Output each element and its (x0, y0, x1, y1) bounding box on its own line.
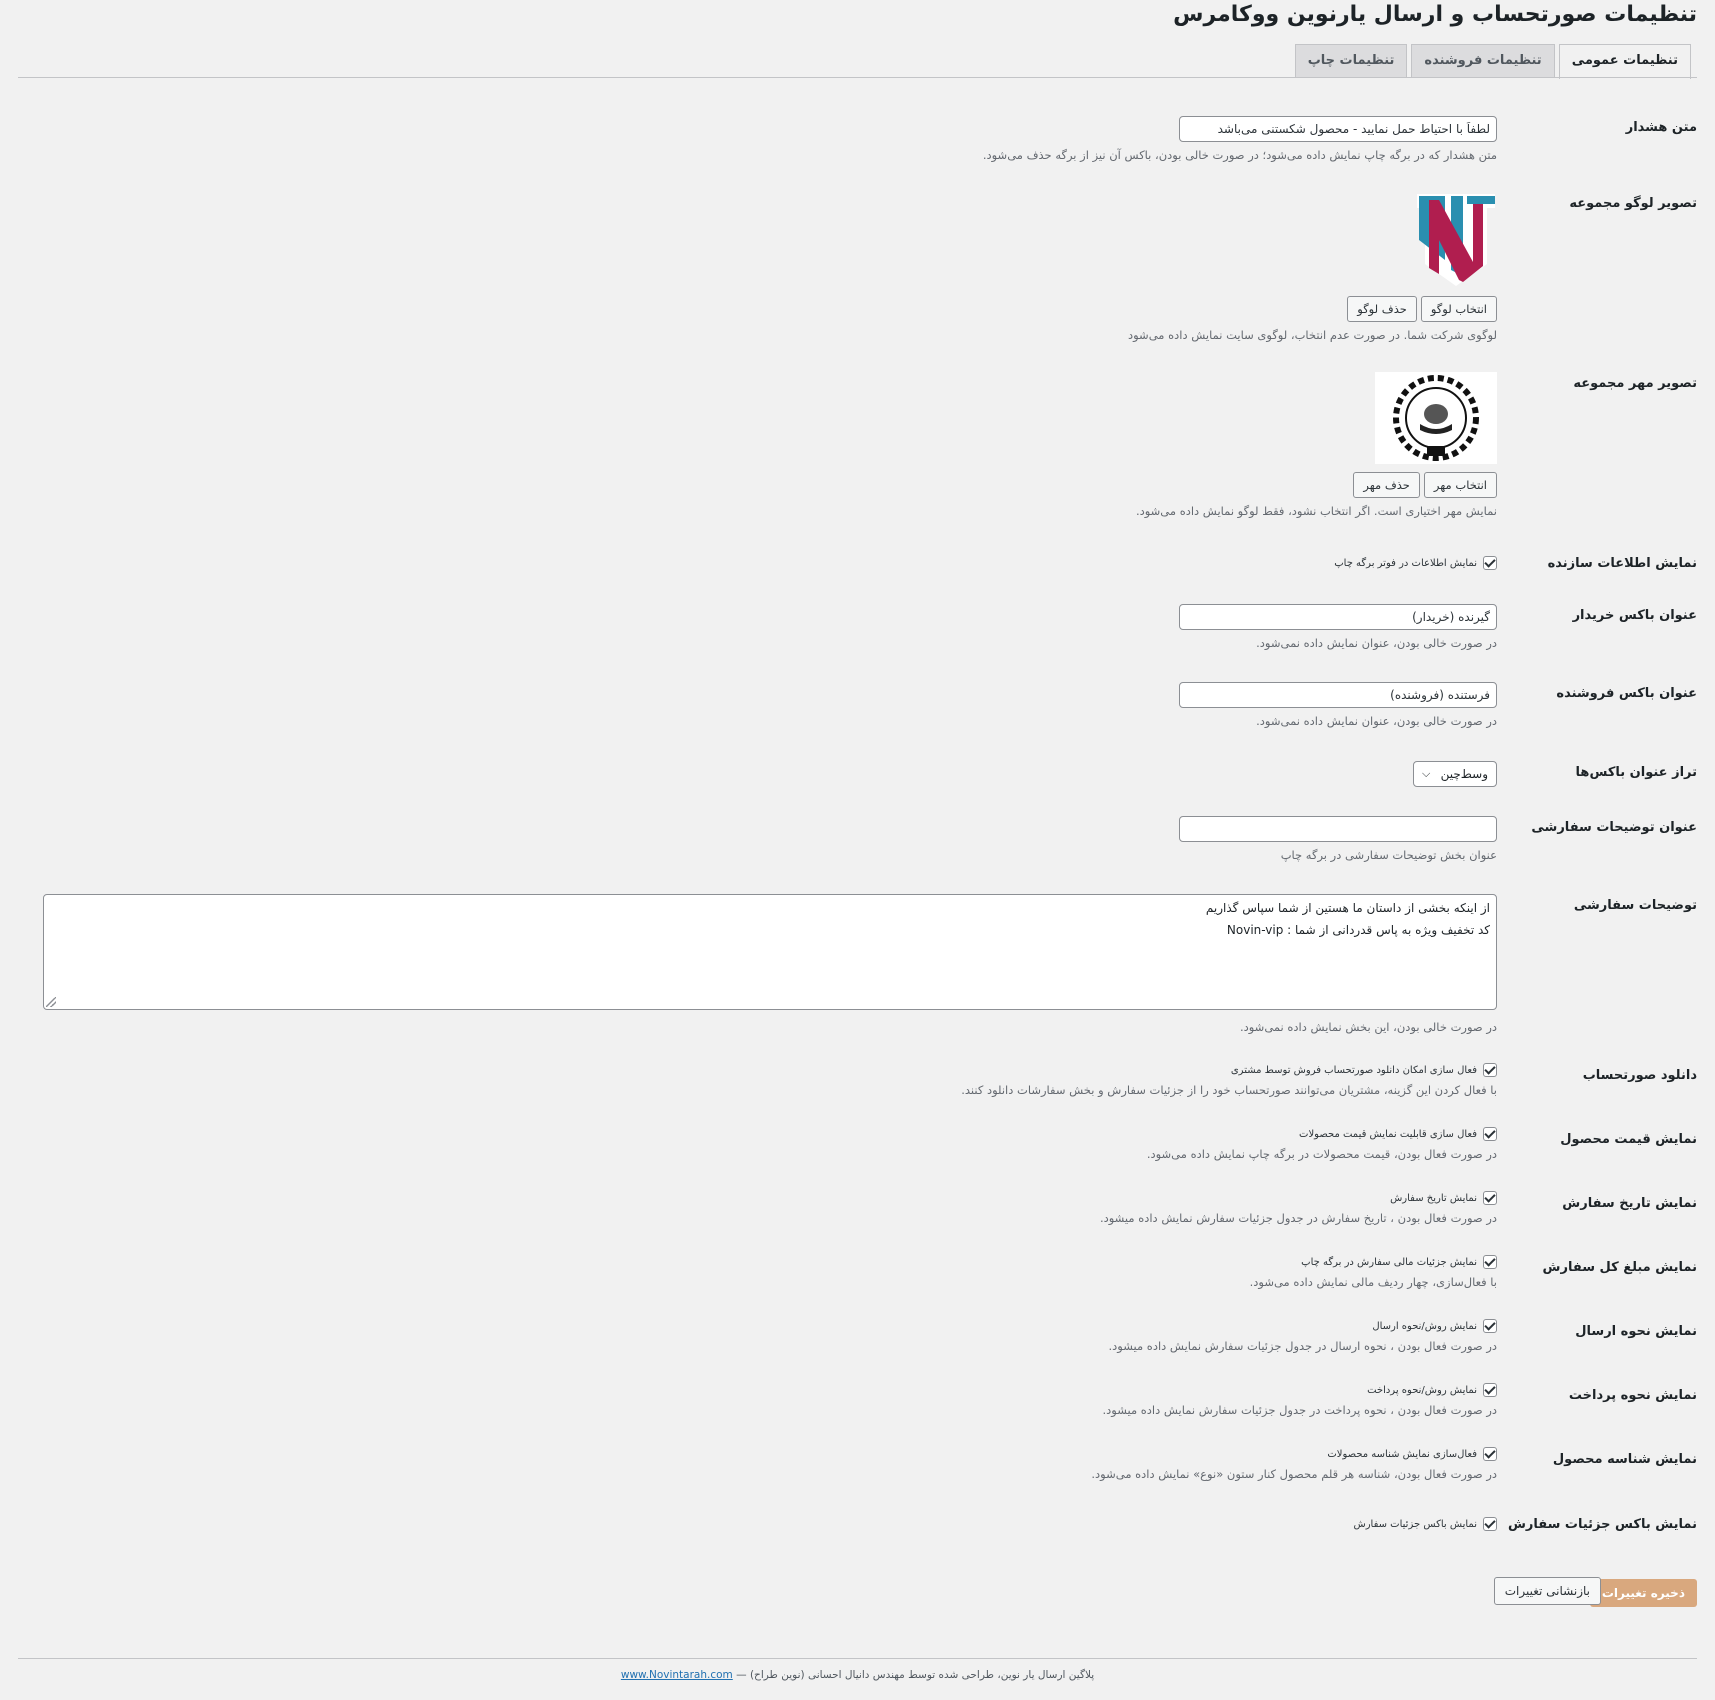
invoice-download-description: با فعال کردن این گزینه، مشتریان می‌توانن… (961, 1083, 1497, 1097)
seal-field: انتخاب مهر حذف مهر نمایش مهر اختیاری است… (1136, 372, 1497, 518)
payment-method-checkbox-label: نمایش روش/نحوه پرداخت (1367, 1384, 1477, 1396)
product-sku-checkbox-label: فعال‌سازی نمایش شناسه محصولات (1327, 1448, 1477, 1460)
company-seal-image (1375, 372, 1497, 464)
tab-print-settings[interactable]: تنظیمات چاپ (1294, 44, 1408, 77)
seller-box-label: عنوان باکس فروشنده (1556, 686, 1697, 701)
product-price-checkbox-label: فعال سازی قابلیت نمایش قیمت محصولات (1299, 1128, 1477, 1140)
payment-method-label: نمایش نحوه پرداخت (1568, 1388, 1697, 1403)
invoice-download-checkbox[interactable] (1483, 1063, 1497, 1077)
box-align-select[interactable]: وسط‌چین ⌵ (1413, 761, 1497, 787)
page-title: تنظیمات صورتحساب و ارسال یارنوین ووکامرس (1173, 2, 1697, 27)
box-align-selected: وسط‌چین (1440, 767, 1488, 781)
footer-divider (18, 1658, 1697, 1659)
creator-info-checkbox[interactable] (1483, 556, 1497, 570)
order-date-checkbox-label: نمایش تاریخ سفارش (1390, 1192, 1477, 1204)
buyer-box-description: در صورت خالی بودن، عنوان نمایش داده نمی‌… (1256, 636, 1497, 650)
product-sku-label: نمایش شناسه محصول (1552, 1452, 1697, 1467)
custom-notes-title-field: عنوان بخش توضیحات سفارشی در برگه چاپ (1179, 816, 1497, 862)
shipping-method-field: نمایش روش/نحوه ارسال در صورت فعال بودن ،… (1109, 1319, 1497, 1353)
payment-method-checkbox[interactable] (1483, 1383, 1497, 1397)
product-price-label: نمایش قیمت محصول (1560, 1132, 1697, 1147)
order-details-box-label: نمایش باکس جزئیات سفارش (1507, 1517, 1697, 1532)
box-align-field: وسط‌چین ⌵ (1413, 761, 1497, 787)
tab-seller-settings[interactable]: تنظیمات فروشنده (1411, 44, 1555, 77)
logo-buttons: انتخاب لوگو حذف لوگو (1128, 296, 1497, 322)
creator-info-checkbox-label: نمایش اطلاعات در فوتر برگه چاپ (1334, 557, 1477, 569)
tabs-divider (18, 77, 1697, 78)
seal-description: نمایش مهر اختیاری است. اگر انتخاب نشود، … (1135, 504, 1497, 518)
order-details-box-checkbox-label: نمایش باکس جزئیات سفارش (1353, 1518, 1477, 1530)
order-date-description: در صورت فعال بودن ، تاریخ سفارش در جدول … (1099, 1211, 1497, 1225)
company-logo-image (1417, 194, 1495, 286)
custom-notes-textarea[interactable]: از اینکه بخشی از داستان ما هستین از شما … (43, 894, 1497, 1010)
warning-text-label: متن هشدار (1625, 120, 1697, 135)
seller-box-input[interactable] (1179, 682, 1497, 708)
logo-field: انتخاب لوگو حذف لوگو لوگوی شرکت شما. در … (1128, 192, 1497, 342)
save-changes-button[interactable]: ذخیره تغییرات (1589, 1579, 1697, 1607)
order-total-field: نمایش جزئیات مالی سفارش در برگه چاپ با ف… (1250, 1255, 1497, 1289)
warning-text-input[interactable] (1179, 116, 1497, 142)
shipping-method-checkbox[interactable] (1483, 1319, 1497, 1333)
select-seal-button[interactable]: انتخاب مهر (1423, 472, 1497, 498)
product-price-field: فعال سازی قابلیت نمایش قیمت محصولات در ص… (1147, 1127, 1497, 1161)
order-details-box-field: نمایش باکس جزئیات سفارش (1353, 1517, 1497, 1531)
custom-notes-line-2: کد تخفیف ویژه به پاس قدردانی از شما : No… (1226, 923, 1490, 937)
buyer-box-label: عنوان باکس خریدار (1572, 608, 1697, 623)
invoice-download-checkbox-label: فعال سازی امکان دانلود صورتحساب فروش توس… (1230, 1064, 1477, 1076)
footer-link[interactable]: www.Novintarah.com (621, 1669, 733, 1681)
invoice-download-label: دانلود صورتحساب (1582, 1068, 1697, 1083)
product-price-checkbox[interactable] (1483, 1127, 1497, 1141)
footer-text: پلاگین ارسال یار نوین، طراحی شده توسط مه… (736, 1669, 1095, 1681)
chevron-down-icon: ⌵ (1422, 767, 1431, 780)
custom-notes-label: توضیحات سفارشی (1573, 898, 1697, 913)
shipping-method-description: در صورت فعال بودن ، نحوه ارسال در جدول ج… (1108, 1339, 1497, 1353)
order-total-checkbox-label: نمایش جزئیات مالی سفارش در برگه چاپ (1301, 1256, 1477, 1268)
tab-general-settings[interactable]: تنظیمات عمومی (1558, 44, 1691, 79)
order-total-description: با فعال‌سازی، چهار ردیف مالی نمایش داده … (1249, 1275, 1497, 1289)
shipping-method-checkbox-label: نمایش روش/نحوه ارسال (1372, 1320, 1477, 1332)
product-sku-checkbox[interactable] (1483, 1447, 1497, 1461)
seal-buttons: انتخاب مهر حذف مهر (1136, 472, 1497, 498)
custom-notes-field: از اینکه بخشی از داستان ما هستین از شما … (43, 894, 1497, 1034)
payment-method-field: نمایش روش/نحوه پرداخت در صورت فعال بودن … (1103, 1383, 1497, 1417)
seal-label: تصویر مهر مجموعه (1573, 376, 1697, 391)
reset-changes-button[interactable]: بازنشانی تغییرات (1493, 1577, 1601, 1605)
product-sku-field: فعال‌سازی نمایش شناسه محصولات در صورت فع… (1091, 1447, 1497, 1481)
creator-info-label: نمایش اطلاعات سازنده (1547, 556, 1697, 571)
creator-info-field: نمایش اطلاعات در فوتر برگه چاپ (1334, 556, 1497, 570)
settings-tabs: تنظیمات عمومی تنظیمات فروشنده تنظیمات چا… (1291, 44, 1691, 79)
order-date-label: نمایش تاریخ سفارش (1562, 1196, 1697, 1211)
custom-notes-title-input[interactable] (1179, 816, 1497, 842)
select-logo-button[interactable]: انتخاب لوگو (1420, 296, 1497, 322)
order-total-label: نمایش مبلغ کل سفارش (1542, 1260, 1697, 1275)
product-price-description: در صورت فعال بودن، قیمت محصولات در برگه … (1146, 1147, 1497, 1161)
box-align-label: تراز عنوان باکس‌ها (1575, 765, 1697, 780)
warning-text-description: متن هشدار که در برگه چاپ نمایش داده می‌ش… (982, 148, 1497, 162)
logo-label: تصویر لوگو مجموعه (1569, 196, 1697, 211)
remove-logo-button[interactable]: حذف لوگو (1347, 296, 1417, 322)
order-details-box-checkbox[interactable] (1483, 1517, 1497, 1531)
seller-box-description: در صورت خالی بودن، عنوان نمایش داده نمی‌… (1256, 714, 1497, 728)
shipping-method-label: نمایش نحوه ارسال (1575, 1324, 1697, 1339)
buyer-box-input[interactable] (1179, 604, 1497, 630)
resize-handle-icon[interactable] (46, 997, 56, 1007)
custom-notes-description: در صورت خالی بودن، این بخش نمایش داده نم… (1239, 1020, 1497, 1034)
footer: پلاگین ارسال یار نوین، طراحی شده توسط مه… (0, 1669, 1715, 1681)
payment-method-description: در صورت فعال بودن ، نحوه پرداخت در جدول … (1102, 1403, 1497, 1417)
seller-box-field: در صورت خالی بودن، عنوان نمایش داده نمی‌… (1179, 682, 1497, 728)
product-sku-description: در صورت فعال بودن، شناسه هر قلم محصول کن… (1091, 1467, 1497, 1481)
order-date-checkbox[interactable] (1483, 1191, 1497, 1205)
custom-notes-title-description: عنوان بخش توضیحات سفارشی در برگه چاپ (1280, 848, 1497, 862)
logo-description: لوگوی شرکت شما. در صورت عدم انتخاب، لوگو… (1128, 328, 1497, 342)
order-date-field: نمایش تاریخ سفارش در صورت فعال بودن ، تا… (1100, 1191, 1497, 1225)
invoice-download-field: فعال سازی امکان دانلود صورتحساب فروش توس… (961, 1063, 1497, 1097)
order-total-checkbox[interactable] (1483, 1255, 1497, 1269)
custom-notes-title-label: عنوان توضیحات سفارشی (1531, 820, 1697, 835)
buyer-box-field: در صورت خالی بودن، عنوان نمایش داده نمی‌… (1179, 604, 1497, 650)
remove-seal-button[interactable]: حذف مهر (1353, 472, 1420, 498)
warning-text-field: متن هشدار که در برگه چاپ نمایش داده می‌ش… (983, 116, 1497, 162)
custom-notes-line-1: از اینکه بخشی از داستان ما هستین از شما … (1205, 901, 1490, 915)
